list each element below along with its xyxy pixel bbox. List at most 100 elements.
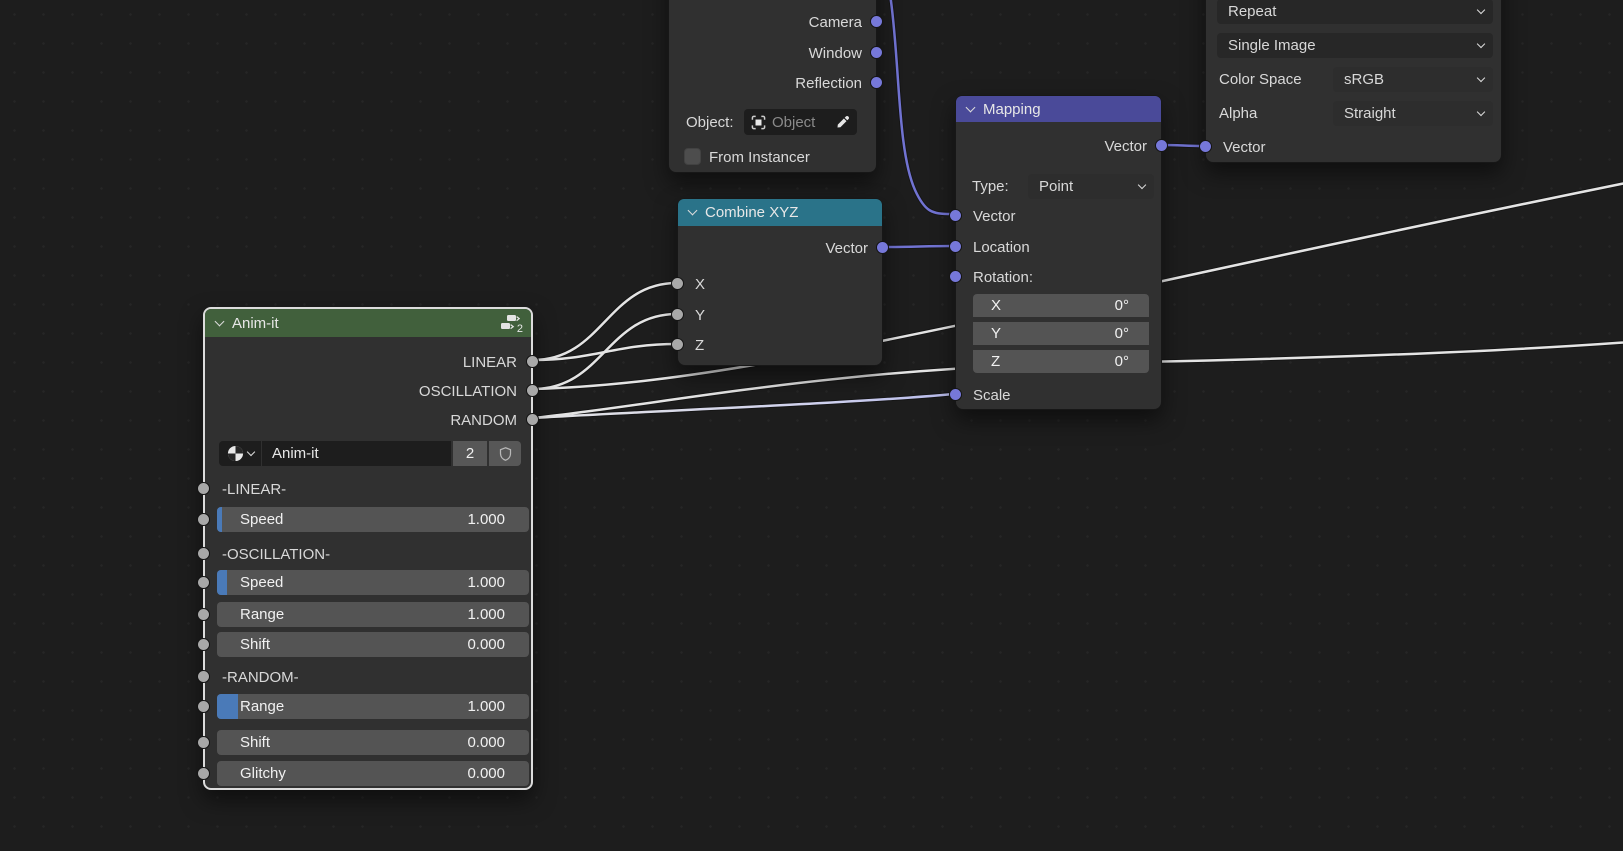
collapse-chevron-icon[interactable] xyxy=(688,206,698,216)
socket-linear-section-input[interactable] xyxy=(197,482,210,495)
socket-camera-output[interactable] xyxy=(870,15,883,28)
combine-xyz-title: Combine XYZ xyxy=(705,204,798,221)
color-space-dropdown[interactable]: sRGB xyxy=(1333,67,1493,92)
source-value: Single Image xyxy=(1228,37,1316,54)
linear-speed-slider[interactable]: Speed 1.000 xyxy=(217,507,529,532)
output-camera-label: Camera xyxy=(809,10,862,34)
random-range-slider[interactable]: Range 1.000 xyxy=(217,694,529,719)
mapping-scale-input-label: Scale xyxy=(973,383,1011,407)
socket-combine-vector-output[interactable] xyxy=(876,241,889,254)
group-users-count-button[interactable]: 2 xyxy=(453,441,487,466)
socket-reflection-output[interactable] xyxy=(870,76,883,89)
socket-image-vector-input[interactable] xyxy=(1199,140,1212,153)
anim-it-header[interactable]: Anim-it 2 xyxy=(205,309,531,337)
blender-node-editor: { "colors":{ "bg":"#1d1d1d","node":"#303… xyxy=(0,0,1623,851)
combine-z-label: Z xyxy=(695,333,704,357)
socket-random-glitchy-input[interactable] xyxy=(197,767,210,780)
socket-mapping-vector-output[interactable] xyxy=(1155,139,1168,152)
param-value: 1.000 xyxy=(467,574,505,591)
chevron-down-icon xyxy=(1477,5,1485,13)
param-name: Speed xyxy=(240,511,283,528)
socket-random-output[interactable] xyxy=(526,413,539,426)
node-texture-coordinate: Camera Window Reflection Object: Object … xyxy=(668,0,877,173)
param-value: 1.000 xyxy=(467,606,505,623)
group-name-field[interactable]: Anim-it xyxy=(262,441,451,466)
socket-combine-z-input[interactable] xyxy=(671,338,684,351)
chevron-down-icon xyxy=(1477,107,1485,115)
group-name-value: Anim-it xyxy=(272,445,319,462)
extension-value: Repeat xyxy=(1228,3,1276,20)
rotation-z-value: 0° xyxy=(1115,353,1129,370)
socket-mapping-location-input[interactable] xyxy=(949,240,962,253)
rotation-x-slider[interactable]: X 0° xyxy=(973,294,1149,317)
random-glitchy-slider[interactable]: Glitchy 0.000 xyxy=(217,761,529,786)
node-group-users-icon: 2 xyxy=(500,314,520,332)
socket-combine-x-input[interactable] xyxy=(671,277,684,290)
group-fake-user-button[interactable] xyxy=(489,441,521,466)
node-mapping: Mapping Vector Type: Point Vector Locati… xyxy=(955,95,1162,410)
param-name: Shift xyxy=(240,734,270,751)
socket-oscillation-output[interactable] xyxy=(526,384,539,397)
source-dropdown[interactable]: Single Image xyxy=(1217,33,1493,58)
rotation-y-value: 0° xyxy=(1115,325,1129,342)
socket-random-range-input[interactable] xyxy=(197,700,210,713)
oscillation-speed-slider[interactable]: Speed 1.000 xyxy=(217,570,529,595)
extension-dropdown[interactable]: Repeat xyxy=(1217,0,1493,24)
socket-oscillation-speed-input[interactable] xyxy=(197,576,210,589)
socket-linear-speed-input[interactable] xyxy=(197,513,210,526)
combine-vector-output-label: Vector xyxy=(825,236,868,260)
rotation-z-slider[interactable]: Z 0° xyxy=(973,350,1149,373)
chevron-down-icon xyxy=(1477,39,1485,47)
random-shift-slider[interactable]: Shift 0.000 xyxy=(217,730,529,755)
from-instancer-checkbox[interactable] xyxy=(684,148,701,165)
socket-window-output[interactable] xyxy=(870,46,883,59)
from-instancer-label: From Instancer xyxy=(709,145,810,169)
socket-linear-output[interactable] xyxy=(526,355,539,368)
combine-x-label: X xyxy=(695,272,705,296)
collapse-chevron-icon[interactable] xyxy=(966,102,976,112)
collapse-chevron-icon[interactable] xyxy=(215,316,225,326)
socket-oscillation-range-input[interactable] xyxy=(197,608,210,621)
param-name: Range xyxy=(240,698,284,715)
node-combine-xyz: Combine XYZ Vector X Y Z xyxy=(677,198,883,366)
rotation-y-slider[interactable]: Y 0° xyxy=(973,322,1149,345)
mapping-type-dropdown[interactable]: Point xyxy=(1028,174,1154,199)
mapping-vector-output-label: Vector xyxy=(1104,134,1147,158)
socket-oscillation-section-input[interactable] xyxy=(197,547,210,560)
rotation-z-axis: Z xyxy=(991,353,1000,370)
output-window-label: Window xyxy=(809,41,862,65)
param-name: Glitchy xyxy=(240,765,286,782)
group-users-count-value: 2 xyxy=(466,445,474,462)
param-value: 0.000 xyxy=(467,636,505,653)
socket-random-section-input[interactable] xyxy=(197,670,210,683)
alpha-value: Straight xyxy=(1344,105,1396,122)
eyedropper-icon[interactable] xyxy=(836,115,850,129)
node-image-texture: Repeat Single Image Color Space sRGB Alp… xyxy=(1205,0,1502,163)
socket-mapping-rotation-input[interactable] xyxy=(949,270,962,283)
socket-random-shift-input[interactable] xyxy=(197,736,210,749)
socket-mapping-scale-input[interactable] xyxy=(949,388,962,401)
chevron-down-icon xyxy=(1477,73,1485,81)
group-user-count: 2 xyxy=(517,323,523,335)
socket-combine-y-input[interactable] xyxy=(671,308,684,321)
object-field[interactable]: Object xyxy=(744,109,857,135)
socket-oscillation-shift-input[interactable] xyxy=(197,638,210,651)
mapping-type-value: Point xyxy=(1039,178,1073,195)
alpha-dropdown[interactable]: Straight xyxy=(1333,101,1493,126)
section-linear-label: -LINEAR- xyxy=(222,477,286,501)
mapping-header[interactable]: Mapping xyxy=(956,96,1161,122)
oscillation-shift-slider[interactable]: Shift 0.000 xyxy=(217,632,529,657)
group-browse-button[interactable] xyxy=(219,441,261,466)
mapping-vector-input-label: Vector xyxy=(973,204,1016,228)
param-value: 1.000 xyxy=(467,511,505,528)
shield-icon xyxy=(498,446,513,462)
output-reflection-label: Reflection xyxy=(795,71,862,95)
rotation-x-axis: X xyxy=(991,297,1001,314)
param-name: Range xyxy=(240,606,284,623)
mapping-rotation-label: Rotation: xyxy=(973,265,1033,289)
section-random-label: -RANDOM- xyxy=(222,665,299,689)
link-random-to-mapping-scale xyxy=(533,394,953,418)
oscillation-range-slider[interactable]: Range 1.000 xyxy=(217,602,529,627)
socket-mapping-vector-input[interactable] xyxy=(949,209,962,222)
combine-xyz-header[interactable]: Combine XYZ xyxy=(678,199,882,226)
